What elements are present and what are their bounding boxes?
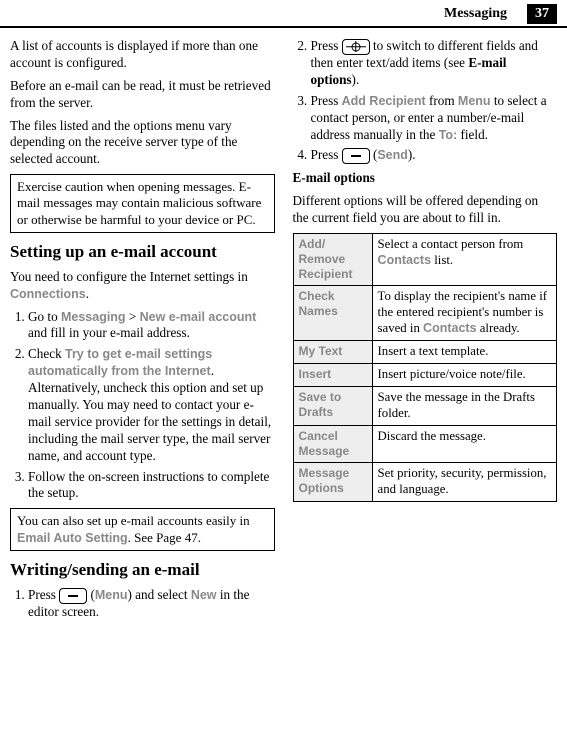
text: Press — [311, 38, 342, 53]
subheading: E-mail options — [293, 170, 558, 187]
text: Press — [311, 93, 342, 108]
text: Insert picture/voice note/file. — [378, 367, 526, 381]
ui-term: Send — [377, 148, 408, 162]
text: list. — [431, 253, 453, 267]
heading: Setting up an e-mail account — [10, 241, 275, 263]
option-desc: Save the message in the Drafts folder. — [372, 386, 556, 425]
option-name: Check Names — [293, 286, 372, 341]
writing-steps: Press (Menu) and select New in the edito… — [10, 587, 275, 621]
ui-term: Connections — [10, 287, 86, 301]
ui-term: Messaging — [61, 310, 126, 324]
text: You can also set up e-mail accounts easi… — [17, 513, 250, 528]
text: field. — [457, 127, 488, 142]
softkey-icon — [342, 148, 370, 164]
table-row: Add/Remove RecipientSelect a contact per… — [293, 234, 557, 286]
text: . See Page 47. — [128, 530, 201, 545]
text: Go to — [28, 309, 61, 324]
option-name: Message Options — [293, 462, 372, 501]
list-item: Follow the on-screen instructions to com… — [28, 469, 275, 503]
text: Select a contact person from — [378, 237, 524, 251]
text: You need to configure the Internet setti… — [10, 269, 248, 284]
ui-term: Add Recipient — [342, 94, 426, 108]
text: from — [426, 93, 458, 108]
text: Press — [311, 147, 342, 162]
text: and fill in your e-mail address. — [28, 325, 190, 340]
navkey-icon — [342, 39, 370, 55]
list-item: Press Add Recipient from Menu to select … — [311, 93, 558, 144]
setup-steps: Go to Messaging > New e-mail account and… — [10, 309, 275, 503]
table-row: Cancel Message Discard the message. — [293, 425, 557, 462]
page-header: Messaging 37 — [0, 0, 567, 28]
table-row: Check NamesTo display the recipient's na… — [293, 286, 557, 341]
table-row: Message OptionsSet priority, security, p… — [293, 462, 557, 501]
text: ) and select — [127, 587, 190, 602]
table-row: My Text Insert a text template. — [293, 341, 557, 364]
table-row: Insert Insert picture/voice note/file. — [293, 364, 557, 387]
writing-steps-cont: Press to switch to different fields and … — [293, 38, 558, 164]
option-desc: Set priority, security, permission, and … — [372, 462, 556, 501]
option-desc: To display the recipient's name if the e… — [372, 286, 556, 341]
list-item: Check Try to get e-mail settings automat… — [28, 346, 275, 464]
right-column: Press to switch to different fields and … — [293, 38, 558, 627]
option-name: Add/Remove Recipient — [293, 234, 372, 286]
text: . — [86, 286, 89, 301]
softkey-icon — [59, 588, 87, 604]
text: Press — [28, 587, 59, 602]
option-name: Insert — [293, 364, 372, 387]
ui-term: Menu — [458, 94, 491, 108]
ui-term: To: — [439, 128, 458, 142]
paragraph: You need to configure the Internet setti… — [10, 269, 275, 303]
text: Discard the message. — [378, 429, 486, 443]
option-desc: Insert picture/voice note/file. — [372, 364, 556, 387]
ui-term: Contacts — [378, 253, 431, 267]
text: already. — [477, 321, 520, 335]
text: Save the message in the Drafts folder. — [378, 390, 535, 420]
tip-box: You can also set up e-mail accounts easi… — [10, 508, 275, 551]
ui-term: New e-mail account — [140, 310, 257, 324]
text: Check — [28, 346, 65, 361]
list-item: Press to switch to different fields and … — [311, 38, 558, 89]
list-item: Press (Menu) and select New in the edito… — [28, 587, 275, 621]
list-item: Go to Messaging > New e-mail account and… — [28, 309, 275, 343]
heading: Writing/sending an e-mail — [10, 559, 275, 581]
ui-term: Email Auto Setting — [17, 531, 128, 545]
paragraph: A list of accounts is displayed if more … — [10, 38, 275, 72]
text: Set priority, security, permission, and … — [378, 466, 547, 496]
caution-box: Exercise caution when opening messages. … — [10, 174, 275, 233]
option-name: Save to Drafts — [293, 386, 372, 425]
section-title: Messaging — [444, 6, 507, 22]
paragraph: Before an e-mail can be read, it must be… — [10, 78, 275, 112]
table-row: Save to DraftsSave the message in the Dr… — [293, 386, 557, 425]
option-desc: Discard the message. — [372, 425, 556, 462]
text: > — [126, 309, 140, 324]
text: ). — [408, 147, 416, 162]
text: Insert a text template. — [378, 344, 489, 358]
options-table: Add/Remove RecipientSelect a contact per… — [293, 233, 558, 502]
ui-term: Contacts — [423, 321, 476, 335]
text: ). — [352, 72, 360, 87]
list-item: Press (Send). — [311, 147, 558, 164]
paragraph: Different options will be offered depend… — [293, 193, 558, 227]
page-number: 37 — [527, 4, 557, 24]
option-name: My Text — [293, 341, 372, 364]
option-desc: Select a contact person from Contacts li… — [372, 234, 556, 286]
ui-term: New — [191, 588, 217, 602]
option-desc: Insert a text template. — [372, 341, 556, 364]
content-columns: A list of accounts is displayed if more … — [0, 28, 567, 627]
paragraph: The files listed and the options menu va… — [10, 118, 275, 169]
ui-term: Menu — [95, 588, 128, 602]
option-name: Cancel Message — [293, 425, 372, 462]
left-column: A list of accounts is displayed if more … — [10, 38, 275, 627]
